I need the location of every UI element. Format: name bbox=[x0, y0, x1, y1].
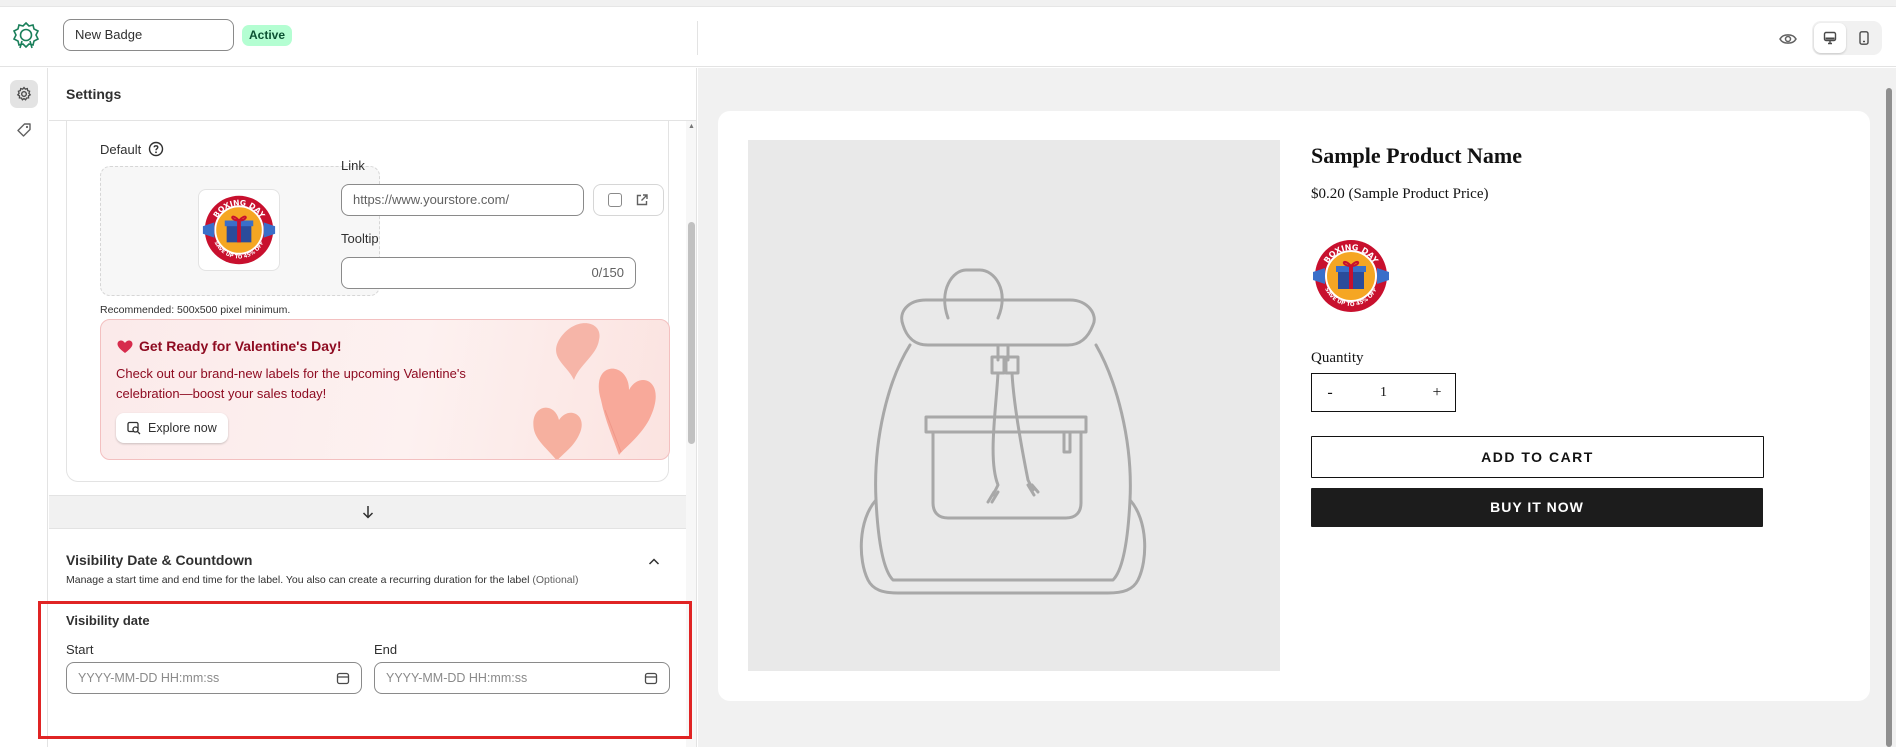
badge-name-input[interactable]: New Badge bbox=[63, 19, 234, 51]
quantity-plus-button[interactable]: + bbox=[1419, 384, 1455, 402]
link-actions bbox=[593, 184, 664, 216]
preview-eye-button[interactable] bbox=[1775, 26, 1801, 52]
start-date-input[interactable]: YYYY-MM-DD HH:mm:ss bbox=[66, 662, 362, 694]
external-link-icon[interactable] bbox=[635, 193, 649, 207]
visibility-date-title: Visibility date bbox=[66, 613, 150, 628]
eye-icon bbox=[1779, 34, 1797, 44]
expand-arrow-row[interactable] bbox=[49, 495, 686, 529]
quantity-value[interactable]: 1 bbox=[1348, 385, 1419, 401]
tag-icon bbox=[17, 123, 31, 137]
boxing-day-badge-image: BOXING DAY SAVE UP TO 45% OFF bbox=[202, 195, 276, 265]
header-divider bbox=[697, 21, 698, 55]
product-price: $0.20 (Sample Product Price) bbox=[1311, 186, 1489, 202]
quantity-minus-button[interactable]: - bbox=[1312, 384, 1348, 402]
open-new-tab-checkbox[interactable] bbox=[607, 193, 622, 207]
settings-panel: Settings Default BOXING DAY SAVE UP TO 4… bbox=[49, 68, 697, 747]
preview-scrollbar[interactable] bbox=[1881, 68, 1896, 747]
rail-tag-button[interactable] bbox=[10, 116, 38, 144]
explore-icon bbox=[127, 421, 141, 435]
visibility-title: Visibility Date & Countdown bbox=[66, 552, 253, 568]
left-rail bbox=[0, 68, 48, 747]
product-image bbox=[748, 140, 1280, 671]
promo-title: Get Ready for Valentine's Day! bbox=[139, 338, 342, 354]
add-to-cart-button[interactable]: ADD TO CART bbox=[1311, 436, 1764, 478]
product-name: Sample Product Name bbox=[1311, 143, 1523, 168]
chevron-up-icon[interactable] bbox=[646, 554, 662, 570]
explore-now-label: Explore now bbox=[148, 421, 217, 435]
link-input[interactable]: https://www.yourstore.com/ bbox=[341, 184, 584, 216]
optional-tag: (Optional) bbox=[532, 574, 579, 586]
mobile-view-button[interactable] bbox=[1848, 23, 1880, 53]
preview-area: Sample Product Name $0.20 (Sample Produc… bbox=[698, 68, 1896, 747]
promo-text: Check out our brand-new labels for the u… bbox=[116, 366, 466, 401]
decorative-hearts bbox=[533, 323, 656, 459]
heart-icon bbox=[117, 340, 133, 353]
start-label: Start bbox=[66, 642, 94, 657]
calendar-icon[interactable] bbox=[644, 671, 658, 685]
help-icon[interactable] bbox=[148, 141, 164, 157]
product-preview-card: Sample Product Name $0.20 (Sample Produc… bbox=[718, 111, 1870, 701]
arrow-down-icon bbox=[362, 506, 373, 519]
mobile-icon bbox=[1859, 31, 1869, 45]
image-dropzone[interactable]: BOXING DAY SAVE UP TO 45% OFF bbox=[100, 166, 380, 296]
link-label: Link bbox=[341, 158, 365, 173]
status-badge: Active bbox=[242, 25, 293, 46]
desktop-view-button[interactable] bbox=[1814, 23, 1846, 53]
quantity-stepper: - 1 + bbox=[1311, 373, 1456, 412]
start-date-placeholder: YYYY-MM-DD HH:mm:ss bbox=[78, 671, 220, 685]
preview-badge-image: BOXING DAY SAVE UP TO 45% OFF bbox=[1313, 240, 1389, 312]
buy-it-now-button[interactable]: BUY IT NOW bbox=[1311, 488, 1763, 527]
calendar-icon[interactable] bbox=[336, 671, 350, 685]
backpack-placeholder-icon bbox=[859, 268, 1147, 595]
recommended-size-hint: Recommended: 500x500 pixel minimum. bbox=[100, 304, 291, 316]
end-date-input[interactable]: YYYY-MM-DD HH:mm:ss bbox=[374, 662, 670, 694]
default-label: Default bbox=[100, 142, 142, 157]
visibility-description: Manage a start time and end time for the… bbox=[66, 574, 578, 586]
device-toggle-group bbox=[1812, 21, 1882, 55]
scroll-up-arrow[interactable]: ▲ bbox=[688, 123, 695, 130]
badge-thumbnail[interactable]: BOXING DAY SAVE UP TO 45% OFF bbox=[198, 189, 280, 271]
gear-icon bbox=[16, 86, 32, 101]
browser-top-strip bbox=[0, 0, 1896, 7]
valentines-promo-banner: Get Ready for Valentine's Day! Check out… bbox=[100, 319, 670, 460]
badge-image-card: Default BOXING DAY SAVE UP TO 45% OFF Re… bbox=[66, 121, 670, 482]
explore-now-button[interactable]: Explore now bbox=[116, 413, 228, 443]
settings-header: Settings bbox=[49, 68, 696, 121]
desktop-icon bbox=[1823, 31, 1837, 45]
app-header: New Badge Active bbox=[0, 7, 1896, 67]
settings-scroll-area[interactable]: Default BOXING DAY SAVE UP TO 45% OFF Re… bbox=[49, 121, 686, 747]
end-label: End bbox=[374, 642, 398, 657]
settings-scroll-thumb[interactable] bbox=[688, 222, 695, 444]
visibility-section: Visibility Date & Countdown Manage a sta… bbox=[49, 530, 686, 747]
app-logo-icon[interactable] bbox=[12, 21, 40, 49]
rail-settings-button[interactable] bbox=[10, 80, 38, 108]
preview-scroll-thumb[interactable] bbox=[1886, 88, 1892, 747]
tooltip-label: Tooltip bbox=[341, 231, 379, 246]
tooltip-input[interactable]: 0/150 bbox=[341, 257, 636, 289]
visibility-description-text: Manage a start time and end time for the… bbox=[66, 574, 530, 586]
quantity-label: Quantity bbox=[1311, 350, 1364, 366]
end-date-placeholder: YYYY-MM-DD HH:mm:ss bbox=[386, 671, 528, 685]
settings-title: Settings bbox=[66, 86, 122, 102]
settings-scrollbar[interactable]: ▲ bbox=[686, 121, 696, 747]
